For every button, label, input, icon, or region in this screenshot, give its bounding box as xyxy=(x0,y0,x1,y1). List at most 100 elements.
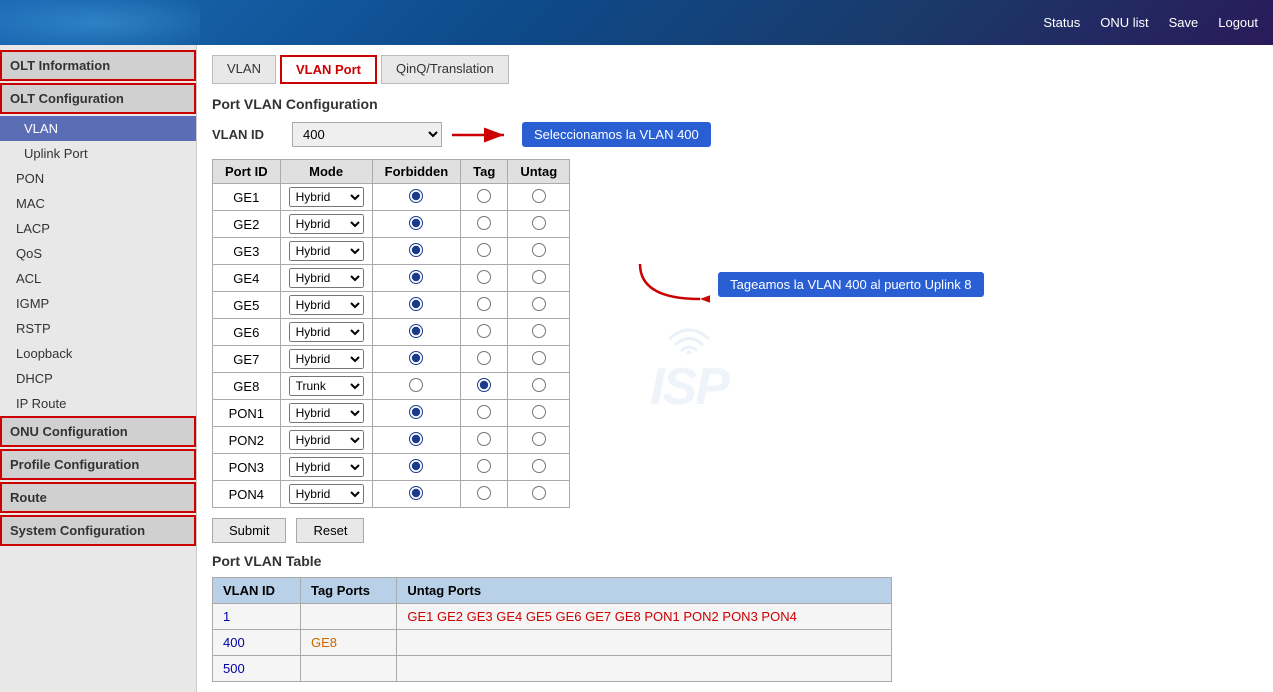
sidebar-item-ip-route[interactable]: IP Route xyxy=(0,391,196,416)
status-link[interactable]: Status xyxy=(1043,15,1080,30)
tag-radio[interactable] xyxy=(477,405,491,419)
untag-radio[interactable] xyxy=(532,405,546,419)
untag-radio[interactable] xyxy=(532,216,546,230)
mode-select[interactable]: HybridTrunkAccess xyxy=(289,376,364,396)
port-id-cell: GE4 xyxy=(213,265,281,292)
mode-select[interactable]: HybridTrunkAccess xyxy=(289,214,364,234)
port-id-cell: GE7 xyxy=(213,346,281,373)
annotation2-area: Tageamos la VLAN 400 al puerto Uplink 8 xyxy=(630,259,983,309)
mode-select[interactable]: HybridTrunkAccess xyxy=(289,322,364,342)
sidebar-item-mac[interactable]: MAC xyxy=(0,191,196,216)
sidebar-system-config[interactable]: System Configuration xyxy=(0,515,196,546)
list-item: 500 xyxy=(213,656,892,682)
port-id-cell: GE6 xyxy=(213,319,281,346)
submit-button[interactable]: Submit xyxy=(212,518,286,543)
port-table-area: Port ID Mode Forbidden Tag Untag GE1Hybr… xyxy=(212,159,570,543)
summary-tag-ports: GE8 xyxy=(300,630,396,656)
vlan-id-select[interactable]: 400 1 500 xyxy=(292,122,442,147)
summary-vlan-id: 1 xyxy=(213,604,301,630)
forbidden-radio[interactable] xyxy=(409,297,423,311)
tag-radio[interactable] xyxy=(477,243,491,257)
tag-radio[interactable] xyxy=(477,324,491,338)
reset-button[interactable]: Reset xyxy=(296,518,364,543)
forbidden-radio[interactable] xyxy=(409,405,423,419)
forbidden-radio[interactable] xyxy=(409,324,423,338)
tag-radio[interactable] xyxy=(477,459,491,473)
tag-radio[interactable] xyxy=(477,297,491,311)
forbidden-radio[interactable] xyxy=(409,216,423,230)
mode-select[interactable]: HybridTrunkAccess xyxy=(289,484,364,504)
forbidden-radio[interactable] xyxy=(409,378,423,392)
sidebar-item-qos[interactable]: QoS xyxy=(0,241,196,266)
untag-radio[interactable] xyxy=(532,432,546,446)
tab-qinq[interactable]: QinQ/Translation xyxy=(381,55,509,84)
tag-radio[interactable] xyxy=(477,216,491,230)
summary-untag-ports: GE1 GE2 GE3 GE4 GE5 GE6 GE7 GE8 PON1 PON… xyxy=(397,604,892,630)
mode-select[interactable]: HybridTrunkAccess xyxy=(289,241,364,261)
untag-radio[interactable] xyxy=(532,243,546,257)
list-item: 1 GE1 GE2 GE3 GE4 GE5 GE6 GE7 GE8 PON1 PO… xyxy=(213,604,892,630)
sidebar-item-pon[interactable]: PON xyxy=(0,166,196,191)
sidebar-item-vlan[interactable]: VLAN xyxy=(0,116,196,141)
untag-radio[interactable] xyxy=(532,459,546,473)
mode-select[interactable]: HybridTrunkAccess xyxy=(289,349,364,369)
table-row: GE3 HybridTrunkAccess xyxy=(213,238,570,265)
tab-vlan[interactable]: VLAN xyxy=(212,55,276,84)
sidebar-item-loopback[interactable]: Loopback xyxy=(0,341,196,366)
vlan-table-title: Port VLAN Table xyxy=(212,553,1258,569)
tag-radio[interactable] xyxy=(477,378,491,392)
annotation-vlan-select: Seleccionamos la VLAN 400 xyxy=(522,122,711,147)
sidebar-onu-config[interactable]: ONU Configuration xyxy=(0,416,196,447)
sidebar-item-uplink-port[interactable]: Uplink Port xyxy=(0,141,196,166)
sidebar-item-igmp[interactable]: IGMP xyxy=(0,291,196,316)
untag-radio[interactable] xyxy=(532,270,546,284)
mode-select[interactable]: HybridTrunkAccess xyxy=(289,403,364,423)
right-panel: Tageamos la VLAN 400 al puerto Uplink 8 … xyxy=(590,159,1258,543)
untag-radio[interactable] xyxy=(532,297,546,311)
table-row: PON1HybridTrunkAccess xyxy=(213,400,570,427)
tag-radio[interactable] xyxy=(477,432,491,446)
port-id-cell: PON2 xyxy=(213,427,281,454)
sidebar-olt-config[interactable]: OLT Configuration xyxy=(0,83,196,114)
port-id-cell: GE3 xyxy=(213,238,281,265)
tag-radio[interactable] xyxy=(477,351,491,365)
sidebar-item-lacp[interactable]: LACP xyxy=(0,216,196,241)
port-id-cell: PON4 xyxy=(213,481,281,508)
forbidden-radio[interactable] xyxy=(409,189,423,203)
tag-radio[interactable] xyxy=(477,189,491,203)
config-area: Port ID Mode Forbidden Tag Untag GE1Hybr… xyxy=(212,159,1258,543)
mode-select[interactable]: HybridTrunkAccess xyxy=(289,295,364,315)
onu-list-link[interactable]: ONU list xyxy=(1100,15,1148,30)
forbidden-radio[interactable] xyxy=(409,486,423,500)
logout-link[interactable]: Logout xyxy=(1218,15,1258,30)
forbidden-radio[interactable] xyxy=(409,351,423,365)
untag-radio[interactable] xyxy=(532,189,546,203)
untag-radio[interactable] xyxy=(532,378,546,392)
mode-select[interactable]: HybridTrunkAccess xyxy=(289,457,364,477)
table-row: PON3HybridTrunkAccess xyxy=(213,454,570,481)
forbidden-radio[interactable] xyxy=(409,243,423,257)
mode-select[interactable]: HybridTrunkAccess xyxy=(289,268,364,288)
sidebar-profile-config[interactable]: Profile Configuration xyxy=(0,449,196,480)
isp-logo: ISP xyxy=(650,319,728,417)
tag-radio[interactable] xyxy=(477,486,491,500)
arrow-right-icon xyxy=(452,125,512,145)
save-link[interactable]: Save xyxy=(1169,15,1199,30)
forbidden-radio[interactable] xyxy=(409,459,423,473)
summary-tag-ports xyxy=(300,656,396,682)
mode-select[interactable]: HybridTrunkAccess xyxy=(289,187,364,207)
forbidden-radio[interactable] xyxy=(409,432,423,446)
tag-radio[interactable] xyxy=(477,270,491,284)
sidebar-item-dhcp[interactable]: DHCP xyxy=(0,366,196,391)
tab-vlan-port[interactable]: VLAN Port xyxy=(280,55,377,84)
sidebar-route[interactable]: Route xyxy=(0,482,196,513)
forbidden-radio[interactable] xyxy=(409,270,423,284)
untag-radio[interactable] xyxy=(532,486,546,500)
untag-radio[interactable] xyxy=(532,351,546,365)
port-id-cell: GE1 xyxy=(213,184,281,211)
sidebar-olt-info[interactable]: OLT Information xyxy=(0,50,196,81)
sidebar-item-acl[interactable]: ACL xyxy=(0,266,196,291)
untag-radio[interactable] xyxy=(532,324,546,338)
sidebar-item-rstp[interactable]: RSTP xyxy=(0,316,196,341)
mode-select[interactable]: HybridTrunkAccess xyxy=(289,430,364,450)
